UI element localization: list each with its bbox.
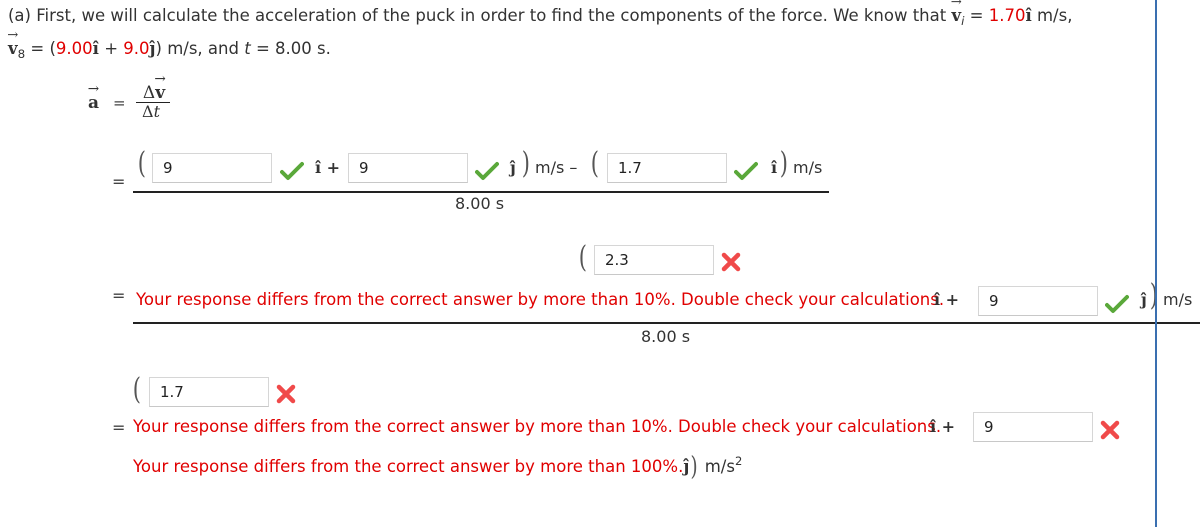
equals-open-paren: = ( — [30, 39, 56, 58]
time-symbol: t — [244, 39, 251, 58]
i-hat-plus: î + — [315, 158, 341, 177]
plus-sign: + — [98, 39, 124, 58]
velocity-initial-symbol: v — [951, 6, 961, 25]
i-hat: î — [1025, 6, 1032, 25]
equals-sign: = — [969, 6, 984, 25]
check-icon — [1105, 295, 1129, 313]
equals-sign: = — [113, 94, 126, 112]
check-icon — [734, 162, 758, 180]
i-hat: î — [771, 158, 778, 177]
close-paren: ) — [1149, 278, 1158, 313]
open-paren: ( — [590, 146, 599, 181]
velocity-final-subscript: 8 — [17, 47, 26, 62]
feedback-message: Your response differs from the correct a… — [133, 457, 684, 476]
open-paren: ( — [578, 240, 587, 275]
j-hat: ĵ — [683, 457, 690, 476]
fraction-bar — [133, 322, 1200, 324]
v8-x-value: 9.00 — [55, 39, 93, 58]
step3-ay-input[interactable] — [973, 412, 1093, 442]
equals-sign: = — [112, 172, 126, 191]
close-paren: ) — [690, 452, 698, 482]
intro-text: First, we will calculate the acceleratio… — [36, 6, 947, 25]
equals-sign: = — [112, 418, 126, 437]
acceleration-symbol: a — [88, 93, 99, 113]
v8-tail: ) m/s, and — [155, 39, 239, 58]
i-hat-plus: î + — [934, 290, 960, 309]
feedback-message: Your response differs from the correct a… — [133, 417, 942, 436]
close-paren: ) — [521, 146, 530, 181]
units: m/s — [1163, 290, 1193, 309]
feedback-message: Your response differs from the correct a… — [136, 290, 945, 309]
time-value: = 8.00 s. — [255, 39, 331, 58]
x-mark-icon — [276, 384, 296, 404]
check-icon — [475, 162, 499, 180]
j-hat: ĵ — [1141, 290, 1147, 309]
i-hat-plus: î + — [930, 417, 956, 436]
open-paren: ( — [132, 372, 141, 407]
close-paren: ) — [779, 146, 788, 181]
x-mark-icon — [721, 252, 741, 272]
fraction-bar — [133, 191, 829, 193]
intro-line-2: v8 = (9.00î + 9.0ĵ) m/s, and t = 8.00 s. — [8, 39, 331, 61]
vi-value: 1.70 — [988, 6, 1026, 25]
denominator: 8.00 s — [455, 194, 505, 213]
intro-line-1: (a) First, we will calculate the acceler… — [8, 6, 1072, 28]
units: m/s2 — [704, 454, 743, 476]
feedback-line-2: Your response differs from the correct a… — [133, 452, 742, 482]
denominator: 8.00 s — [641, 327, 691, 346]
units: m/s — [793, 158, 823, 177]
equals-sign: = — [112, 286, 126, 305]
step1-vx-final-input[interactable] — [152, 153, 272, 183]
units-minus: m/s – — [535, 158, 578, 177]
vi-units: m/s, — [1036, 6, 1073, 25]
x-mark-icon — [1100, 420, 1120, 440]
open-paren: ( — [137, 146, 146, 181]
j-hat: ĵ — [510, 158, 516, 177]
step3-ax-input[interactable] — [149, 377, 269, 407]
check-icon — [280, 162, 304, 180]
velocity-initial-subscript: i — [961, 14, 965, 29]
panel-border — [1155, 0, 1157, 527]
step2-ax-input[interactable] — [594, 245, 714, 275]
delta-v-numerator: ΔvΔv — [140, 83, 168, 103]
step1-vx-initial-input[interactable] — [607, 153, 727, 183]
v8-y-value: 9.0 — [123, 39, 150, 58]
step2-ay-input[interactable] — [978, 286, 1098, 316]
velocity-final-symbol: v — [8, 39, 18, 58]
step1-vy-final-input[interactable] — [348, 153, 468, 183]
part-label: (a) — [8, 6, 31, 25]
delta-t-denominator: Δt — [142, 102, 160, 121]
